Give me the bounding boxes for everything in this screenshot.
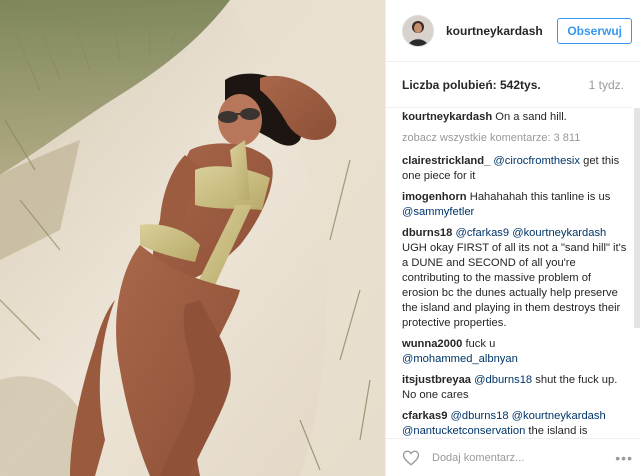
comment-text: UGH okay FIRST of all its not a "sand hi… bbox=[402, 242, 627, 329]
heart-icon[interactable] bbox=[402, 449, 420, 467]
likes-count[interactable]: Liczba polubień: 542tys. bbox=[402, 78, 541, 92]
comment-username[interactable]: itsjustbreyaa bbox=[402, 374, 471, 386]
comment-item: clairestrickland_ @cirocfromthesix get t… bbox=[402, 154, 630, 184]
comment-mention[interactable]: @cirocfromthesix bbox=[493, 155, 580, 167]
post-photo[interactable] bbox=[0, 0, 385, 476]
post-photo-image bbox=[0, 0, 385, 476]
post-header: kourtneykardash Obserwuj bbox=[386, 0, 640, 62]
likes-row: Liczba polubień: 542tys. 1 tydz. bbox=[386, 62, 632, 108]
avatar-image bbox=[403, 15, 433, 46]
comment-item: cfarkas9 @dburns18 @kourtneykardash @nan… bbox=[402, 409, 630, 439]
comment-mention[interactable]: @dburns18 bbox=[474, 374, 532, 386]
caption-username[interactable]: kourtneykardash bbox=[402, 111, 492, 123]
comment-item: wunna2000 fuck u @mohammed_albnyan bbox=[402, 337, 630, 367]
comment-text: fuck u bbox=[465, 338, 496, 350]
add-comment-input[interactable]: Dodaj komentarz... bbox=[432, 452, 615, 464]
comment-mention[interactable]: @cfarkas9 @kourtneykardash bbox=[455, 227, 606, 239]
header-username[interactable]: kourtneykardash bbox=[446, 24, 557, 38]
post-sidebar: kourtneykardash Obserwuj Liczba polubień… bbox=[385, 0, 640, 476]
caption: kourtneykardash On a sand hill. bbox=[402, 110, 630, 125]
comment-text: Hahahahah this tanline is us bbox=[469, 191, 611, 203]
caption-text: On a sand hill. bbox=[495, 111, 567, 123]
scrollbar-thumb[interactable] bbox=[634, 108, 640, 328]
more-options-icon[interactable]: ••• bbox=[615, 450, 633, 466]
comment-item: dburns18 @cfarkas9 @kourtneykardash UGH … bbox=[402, 226, 630, 331]
view-all-comments-link[interactable]: zobacz wszystkie komentarze: 3 811 bbox=[402, 131, 630, 146]
comment-username[interactable]: imogenhorn bbox=[402, 191, 467, 203]
comment-username[interactable]: wunna2000 bbox=[402, 338, 462, 350]
comment-username[interactable]: dburns18 bbox=[402, 227, 452, 239]
comment-mention[interactable]: @sammyfetler bbox=[402, 206, 474, 218]
comment-item: itsjustbreyaa @dburns18 shut the fuck up… bbox=[402, 373, 630, 403]
comment-text: the island is bbox=[525, 425, 588, 437]
comment-username[interactable]: cfarkas9 bbox=[402, 410, 447, 422]
post-time[interactable]: 1 tydz. bbox=[589, 78, 624, 92]
comment-username[interactable]: clairestrickland_ bbox=[402, 155, 490, 167]
follow-button[interactable]: Obserwuj bbox=[557, 17, 632, 44]
comment-mention[interactable]: @mohammed_albnyan bbox=[402, 353, 518, 365]
comment-item: imogenhorn Hahahahah this tanline is us … bbox=[402, 190, 630, 220]
comments-scrollbar[interactable] bbox=[634, 108, 640, 438]
comments-list: kourtneykardash On a sand hill. zobacz w… bbox=[386, 108, 640, 439]
avatar[interactable] bbox=[402, 14, 434, 47]
post-footer: Dodaj komentarz... ••• bbox=[386, 438, 640, 476]
